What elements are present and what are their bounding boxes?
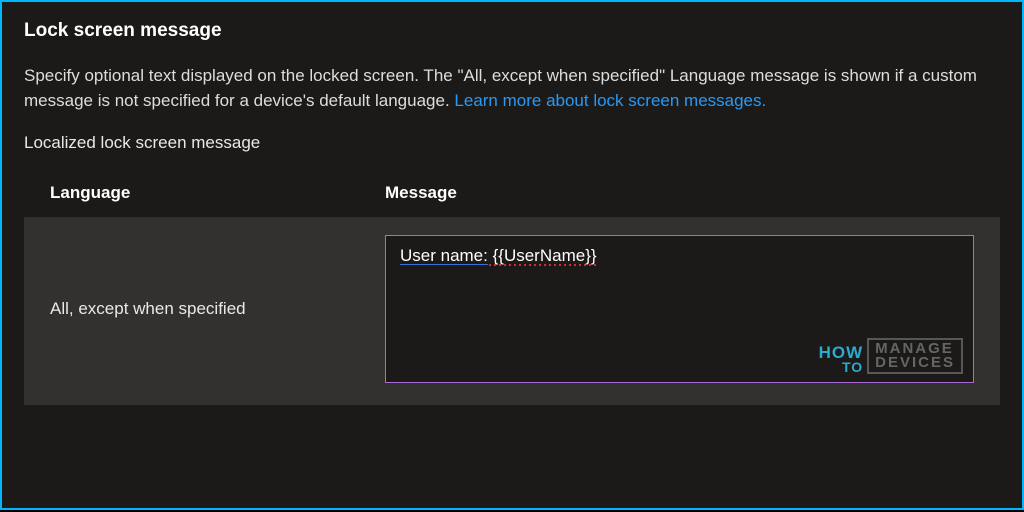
watermark-to: TO	[819, 361, 864, 374]
learn-more-link[interactable]: Learn more about lock screen messages.	[454, 91, 766, 110]
message-cell: User name: {{UserName}} HOW TO MANAGE DE…	[385, 235, 974, 383]
table-row: All, except when specified User name: {{…	[24, 217, 1000, 405]
message-text: User name: {{UserName}}	[400, 246, 597, 266]
watermark-howto: HOW TO	[819, 345, 864, 374]
language-cell: All, except when specified	[50, 299, 385, 319]
watermark-devices: DEVICES	[875, 356, 955, 370]
col-header-message: Message	[385, 183, 1000, 203]
subsection-heading: Localized lock screen message	[24, 133, 1000, 153]
watermark: HOW TO MANAGE DEVICES	[819, 338, 963, 375]
message-input[interactable]: User name: {{UserName}} HOW TO MANAGE DE…	[385, 235, 974, 383]
section-title: Lock screen message	[24, 20, 1000, 42]
section-description: Specify optional text displayed on the l…	[24, 64, 1000, 113]
table-header-row: Language Message	[24, 173, 1000, 217]
message-token: {{UserName}}	[488, 246, 597, 265]
settings-panel: Lock screen message Specify optional tex…	[0, 0, 1024, 510]
message-prefix: User name:	[400, 246, 488, 265]
col-header-language: Language	[50, 183, 385, 203]
message-table: Language Message All, except when specif…	[24, 173, 1000, 405]
watermark-managedevices: MANAGE DEVICES	[867, 338, 963, 375]
